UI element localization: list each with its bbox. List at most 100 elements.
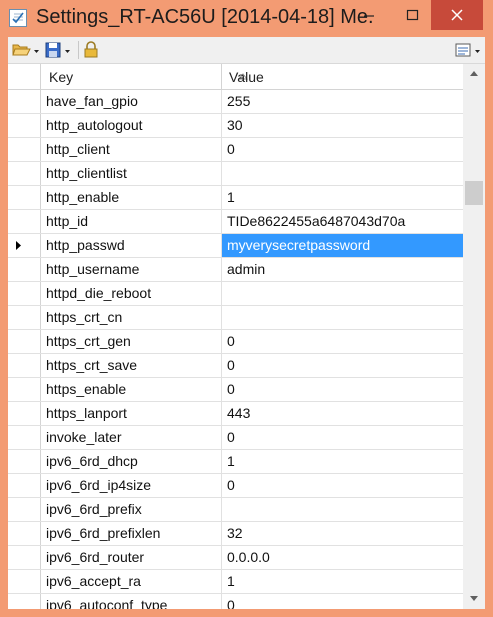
table-row[interactable]: http_client 0 <box>8 138 463 162</box>
column-header-key[interactable]: Key <box>41 64 248 89</box>
value-cell[interactable]: admin <box>222 258 463 281</box>
value-cell[interactable] <box>222 498 463 521</box>
value-cell[interactable]: 1 <box>222 450 463 473</box>
key-cell[interactable]: https_lanport <box>41 402 222 425</box>
key-cell[interactable]: ipv6_autoconf_type <box>41 594 222 609</box>
value-cell[interactable]: TIDe8622455a6487043d70a <box>222 210 463 233</box>
table-row[interactable]: http_enable 1 <box>8 186 463 210</box>
value-cell[interactable] <box>222 306 463 329</box>
row-header[interactable] <box>8 594 41 609</box>
key-cell[interactable]: ipv6_6rd_router <box>41 546 222 569</box>
row-header[interactable] <box>8 474 41 497</box>
minimize-button[interactable] <box>348 0 390 30</box>
row-header[interactable] <box>8 162 41 185</box>
key-cell[interactable]: http_passwd <box>41 234 222 257</box>
open-button[interactable] <box>11 40 41 60</box>
table-row[interactable]: https_crt_cn <box>8 306 463 330</box>
key-cell[interactable]: https_crt_save <box>41 354 222 377</box>
key-cell[interactable]: ipv6_6rd_prefix <box>41 498 222 521</box>
value-cell[interactable]: 0 <box>222 378 463 401</box>
table-row[interactable]: ipv6_autoconf_type 0 <box>8 594 463 609</box>
view-options-button[interactable] <box>454 40 484 60</box>
value-cell[interactable] <box>222 282 463 305</box>
table-row[interactable]: invoke_later 0 <box>8 426 463 450</box>
key-cell[interactable]: https_crt_gen <box>41 330 222 353</box>
table-row[interactable]: ipv6_6rd_dhcp 1 <box>8 450 463 474</box>
key-cell[interactable]: ipv6_accept_ra <box>41 570 222 593</box>
table-row[interactable]: ipv6_accept_ra 1 <box>8 570 463 594</box>
value-cell[interactable]: 0 <box>222 474 463 497</box>
row-header[interactable] <box>8 546 41 569</box>
table-row[interactable]: httpd_die_reboot <box>8 282 463 306</box>
key-cell[interactable]: https_crt_cn <box>41 306 222 329</box>
value-cell[interactable]: 443 <box>222 402 463 425</box>
value-cell[interactable] <box>222 162 463 185</box>
row-header[interactable] <box>8 210 41 233</box>
value-cell[interactable]: 1 <box>222 186 463 209</box>
table-row[interactable]: http_clientlist <box>8 162 463 186</box>
key-cell[interactable]: ipv6_6rd_dhcp <box>41 450 222 473</box>
vertical-scrollbar[interactable] <box>463 64 485 609</box>
scrollbar-thumb[interactable] <box>465 181 483 205</box>
value-cell[interactable]: myverysecretpassword <box>222 234 463 257</box>
table-row[interactable]: https_crt_gen 0 <box>8 330 463 354</box>
row-header[interactable] <box>8 258 41 281</box>
row-header[interactable] <box>8 450 41 473</box>
table-row[interactable]: http_passwd myverysecretpassword <box>8 234 463 258</box>
table-row[interactable]: https_crt_save 0 <box>8 354 463 378</box>
value-cell[interactable]: 0 <box>222 354 463 377</box>
value-cell[interactable]: 0 <box>222 138 463 161</box>
value-cell[interactable]: 1 <box>222 570 463 593</box>
row-header[interactable] <box>8 90 41 113</box>
maximize-button[interactable] <box>392 0 434 30</box>
table-row[interactable]: https_lanport 443 <box>8 402 463 426</box>
close-button[interactable] <box>431 0 483 30</box>
table-row[interactable]: ipv6_6rd_prefix <box>8 498 463 522</box>
value-cell[interactable]: 32 <box>222 522 463 545</box>
key-cell[interactable]: http_enable <box>41 186 222 209</box>
row-header[interactable] <box>8 114 41 137</box>
key-cell[interactable]: invoke_later <box>41 426 222 449</box>
row-header[interactable] <box>8 522 41 545</box>
scroll-down-button[interactable] <box>463 589 485 609</box>
row-header[interactable] <box>8 570 41 593</box>
title-bar[interactable]: Settings_RT-AC56U [2014-04-18] Me... <box>0 0 493 36</box>
value-cell[interactable]: 0 <box>222 594 463 609</box>
value-cell[interactable]: 255 <box>222 90 463 113</box>
value-cell[interactable]: 0 <box>222 426 463 449</box>
row-header[interactable] <box>8 354 41 377</box>
row-header[interactable] <box>8 426 41 449</box>
value-cell[interactable]: 0 <box>222 330 463 353</box>
key-cell[interactable]: http_id <box>41 210 222 233</box>
row-header[interactable] <box>8 138 41 161</box>
property-grid[interactable]: Key Value have_fan_gpio 255 http_autologou… <box>8 64 463 609</box>
row-header[interactable] <box>8 306 41 329</box>
key-cell[interactable]: ipv6_6rd_prefixlen <box>41 522 222 545</box>
table-row[interactable]: http_id TIDe8622455a6487043d70a <box>8 210 463 234</box>
table-row[interactable]: http_autologout 30 <box>8 114 463 138</box>
value-cell[interactable]: 0.0.0.0 <box>222 546 463 569</box>
key-cell[interactable]: http_username <box>41 258 222 281</box>
table-row[interactable]: ipv6_6rd_ip4size 0 <box>8 474 463 498</box>
scroll-up-button[interactable] <box>463 64 485 84</box>
row-header[interactable] <box>8 282 41 305</box>
table-row[interactable]: http_username admin <box>8 258 463 282</box>
key-cell[interactable]: httpd_die_reboot <box>41 282 222 305</box>
row-header[interactable] <box>8 186 41 209</box>
table-row[interactable]: ipv6_6rd_router 0.0.0.0 <box>8 546 463 570</box>
table-row[interactable]: ipv6_6rd_prefixlen 32 <box>8 522 463 546</box>
key-cell[interactable]: http_client <box>41 138 222 161</box>
key-cell[interactable]: have_fan_gpio <box>41 90 222 113</box>
row-header[interactable] <box>8 330 41 353</box>
table-row[interactable]: https_enable 0 <box>8 378 463 402</box>
column-header-value[interactable]: Value <box>222 64 463 89</box>
save-button[interactable] <box>43 40 73 60</box>
key-cell[interactable]: https_enable <box>41 378 222 401</box>
row-header[interactable] <box>8 498 41 521</box>
row-header[interactable] <box>8 378 41 401</box>
key-cell[interactable]: http_autologout <box>41 114 222 137</box>
value-cell[interactable]: 30 <box>222 114 463 137</box>
row-header[interactable] <box>8 402 41 425</box>
key-cell[interactable]: http_clientlist <box>41 162 222 185</box>
lock-button[interactable] <box>82 40 100 60</box>
